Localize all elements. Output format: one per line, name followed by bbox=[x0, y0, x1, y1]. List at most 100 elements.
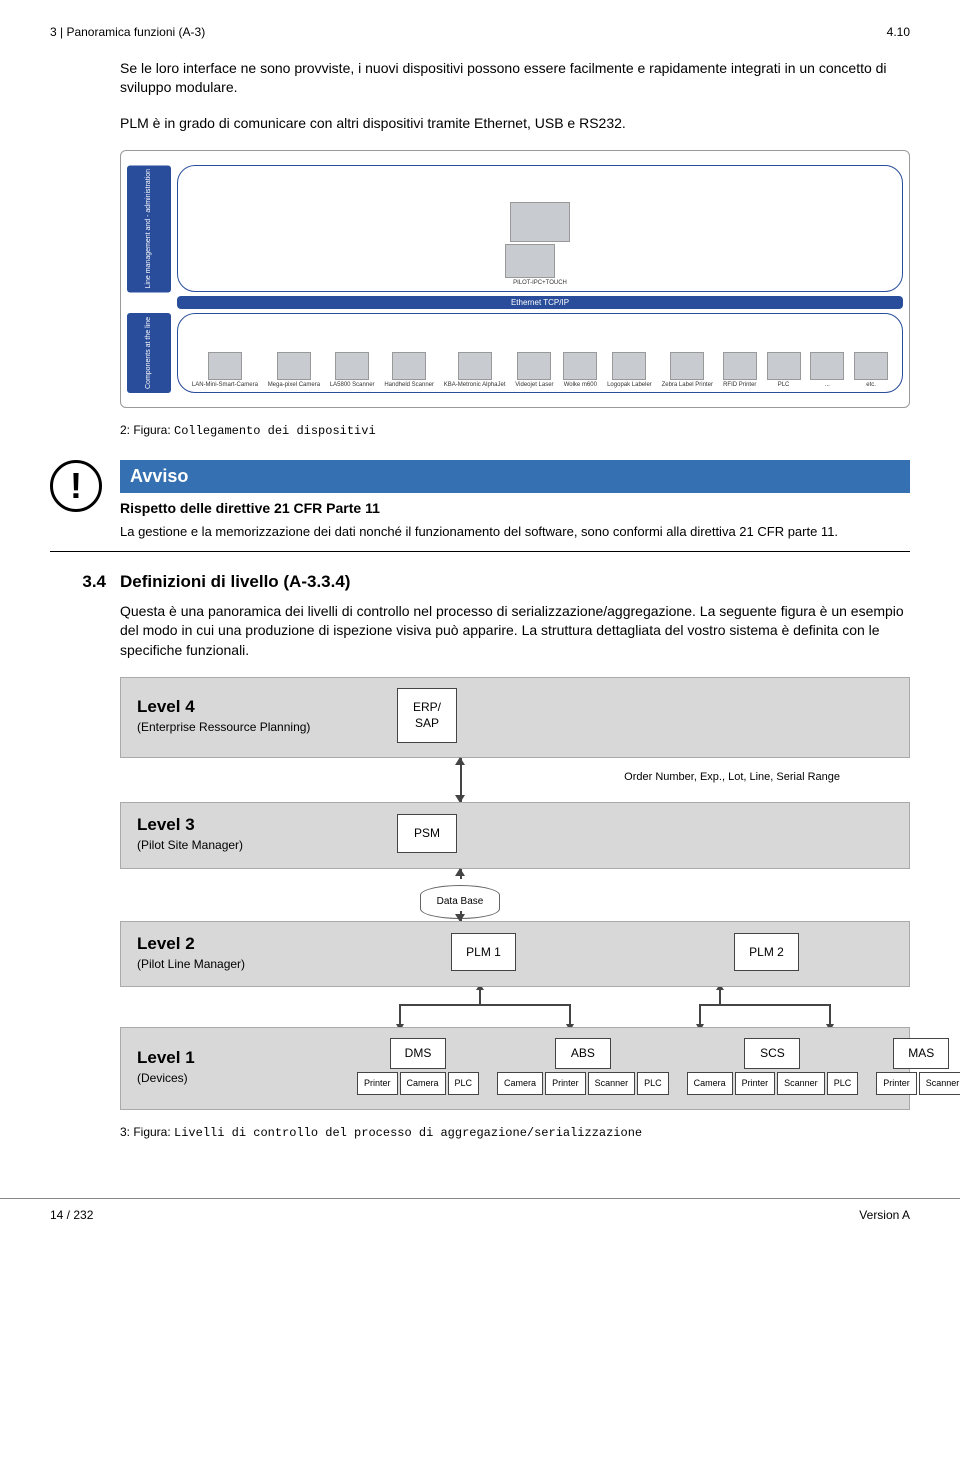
page-header: 3 | Panoramica funzioni (A-3) 4.10 bbox=[50, 24, 910, 41]
device-icon bbox=[854, 352, 888, 380]
monitor-icon bbox=[510, 202, 570, 242]
psm-box: PSM bbox=[397, 814, 457, 853]
section-number: 3.4 bbox=[50, 570, 106, 594]
level-2: Level 2 (Pilot Line Manager) PLM 1 PLM 2 bbox=[120, 921, 910, 988]
level2-title: Level 2 bbox=[137, 932, 337, 956]
fig1-device-label: KBA-Metronic AlphaJet bbox=[444, 382, 506, 389]
page-footer: 14 / 232 Version A bbox=[0, 1198, 960, 1242]
figure1-caption: 2: Figura: Collegamento dei dispositivi bbox=[120, 422, 910, 440]
fig1-device-label: etc. bbox=[866, 382, 876, 389]
fig1-side-bottom: Components at the line bbox=[127, 313, 171, 393]
device-icon bbox=[563, 352, 597, 380]
device-sub-box: Printer bbox=[545, 1072, 586, 1095]
conn-4-3: Order Number, Exp., Lot, Line, Serial Ra… bbox=[120, 758, 910, 802]
device-sub-box: Camera bbox=[497, 1072, 543, 1095]
section-heading: 3.4 Definizioni di livello (A-3.3.4) bbox=[120, 570, 910, 594]
fig1-device-label: LAN-Mini-Smart-Camera bbox=[192, 382, 258, 389]
divider bbox=[50, 551, 910, 552]
conn34-label: Order Number, Exp., Lot, Line, Serial Ra… bbox=[624, 770, 840, 785]
level4-sub: (Enterprise Ressource Planning) bbox=[137, 719, 337, 736]
ipc-icon bbox=[505, 244, 555, 278]
fig1-device: RFID Printer bbox=[723, 352, 757, 389]
device-icon bbox=[458, 352, 492, 380]
fig1-device: etc. bbox=[854, 352, 888, 389]
figure-2: Level 4 (Enterprise Ressource Planning) … bbox=[120, 677, 910, 1110]
conn-2-1 bbox=[120, 987, 910, 1027]
level-4: Level 4 (Enterprise Ressource Planning) … bbox=[120, 677, 910, 759]
fig1-device: LAN-Mini-Smart-Camera bbox=[192, 352, 258, 389]
section-title: Definizioni di livello (A-3.3.4) bbox=[120, 570, 350, 594]
fig1-cap-prefix: 2: Figura: bbox=[120, 423, 174, 437]
device-sub-box: Scanner bbox=[777, 1072, 825, 1095]
fig1-device-label: Zebra Label Printer bbox=[662, 382, 713, 389]
fig1-bus-bar: Ethernet TCP/IP bbox=[177, 296, 903, 309]
intro-p1: Se le loro interface ne sono provviste, … bbox=[120, 59, 910, 98]
device-icon bbox=[517, 352, 551, 380]
device-sub-box: Scanner bbox=[919, 1072, 960, 1095]
device-icon bbox=[670, 352, 704, 380]
plm1-box: PLM 1 bbox=[451, 933, 516, 972]
device-sub-box: Printer bbox=[735, 1072, 776, 1095]
device-sub-box: Printer bbox=[357, 1072, 398, 1095]
device-main-box: DMS bbox=[390, 1038, 446, 1069]
level2-sub: (Pilot Line Manager) bbox=[137, 956, 337, 973]
device-sub-box: Camera bbox=[400, 1072, 446, 1095]
footer-left: 14 / 232 bbox=[50, 1207, 93, 1224]
device-column: DMS PrinterCameraPLC bbox=[357, 1038, 479, 1094]
footer-right: Version A bbox=[859, 1207, 910, 1224]
device-column: SCS CameraPrinterScannerPLC bbox=[687, 1038, 859, 1094]
fig1-device-label: ... bbox=[825, 382, 830, 389]
device-icon bbox=[723, 352, 757, 380]
exclamation-icon: ! bbox=[50, 460, 102, 512]
fig1-device-label: PLC bbox=[778, 382, 790, 389]
fig1-device-label: Logopak Labeler bbox=[607, 382, 652, 389]
intro-p2: PLM è in grado di comunicare con altri d… bbox=[120, 114, 910, 134]
device-column: MAS PrinterScanner bbox=[876, 1038, 960, 1094]
fig1-top-item: PILOT-IPC+TOUCH bbox=[510, 202, 570, 287]
level3-title: Level 3 bbox=[137, 813, 337, 837]
fig1-device-label: Wolke m600 bbox=[564, 382, 597, 389]
conn-3-2: Data Base bbox=[120, 869, 910, 921]
plm2-box: PLM 2 bbox=[734, 933, 799, 972]
fig1-cap-mono: Collegamento dei dispositivi bbox=[174, 424, 376, 438]
notice-text: La gestione e la memorizzazione dei dati… bbox=[120, 523, 910, 541]
level-1: Level 1 (Devices) DMSPrinterCameraPLCABS… bbox=[120, 1027, 910, 1109]
device-sub-box: PLC bbox=[448, 1072, 480, 1095]
device-sub-row: CameraPrinterScannerPLC bbox=[687, 1072, 859, 1095]
notice-title: Avviso bbox=[120, 460, 910, 493]
fig2-cap-prefix: 3: Figura: bbox=[120, 1125, 174, 1139]
fig1-device: Zebra Label Printer bbox=[662, 352, 713, 389]
device-main-box: SCS bbox=[744, 1038, 800, 1069]
device-main-box: MAS bbox=[893, 1038, 949, 1069]
erp-box: ERP/ SAP bbox=[397, 688, 457, 744]
fig1-device: Logopak Labeler bbox=[607, 352, 652, 389]
fig1-device: Handheld Scanner bbox=[384, 352, 434, 389]
level4-title: Level 4 bbox=[137, 695, 337, 719]
level1-title: Level 1 bbox=[137, 1046, 337, 1070]
device-sub-box: Camera bbox=[687, 1072, 733, 1095]
fig1-device-label: Mega-pixel Camera bbox=[268, 382, 320, 389]
fig1-device-label: Videojet Laser bbox=[515, 382, 553, 389]
fig1-top-label: PILOT-IPC+TOUCH bbox=[513, 280, 567, 287]
level3-sub: (Pilot Site Manager) bbox=[137, 837, 337, 854]
header-left: 3 | Panoramica funzioni (A-3) bbox=[50, 24, 205, 41]
device-icon bbox=[810, 352, 844, 380]
device-sub-box: Scanner bbox=[588, 1072, 636, 1095]
section-body: Questa è una panoramica dei livelli di c… bbox=[120, 602, 910, 661]
device-icon bbox=[767, 352, 801, 380]
device-sub-box: PLC bbox=[827, 1072, 859, 1095]
device-icon bbox=[277, 352, 311, 380]
fig1-side-top: Line management and - administration bbox=[127, 165, 171, 292]
notice-subtitle: Rispetto delle direttive 21 CFR Parte 11 bbox=[120, 499, 910, 519]
fig1-device: Videojet Laser bbox=[515, 352, 553, 389]
fig1-device: PLC bbox=[767, 352, 801, 389]
fig1-bottom-bubble: LAN-Mini-Smart-CameraMega-pixel CameraLA… bbox=[177, 313, 903, 393]
device-sub-box: Printer bbox=[876, 1072, 917, 1095]
device-icon bbox=[208, 352, 242, 380]
device-sub-row: PrinterCameraPLC bbox=[357, 1072, 479, 1095]
fig1-device: Mega-pixel Camera bbox=[268, 352, 320, 389]
fig1-device: Wolke m600 bbox=[563, 352, 597, 389]
device-sub-box: PLC bbox=[637, 1072, 669, 1095]
fig1-top-bubble: PILOT-IPC+TOUCH bbox=[177, 165, 903, 292]
device-sub-row: CameraPrinterScannerPLC bbox=[497, 1072, 669, 1095]
